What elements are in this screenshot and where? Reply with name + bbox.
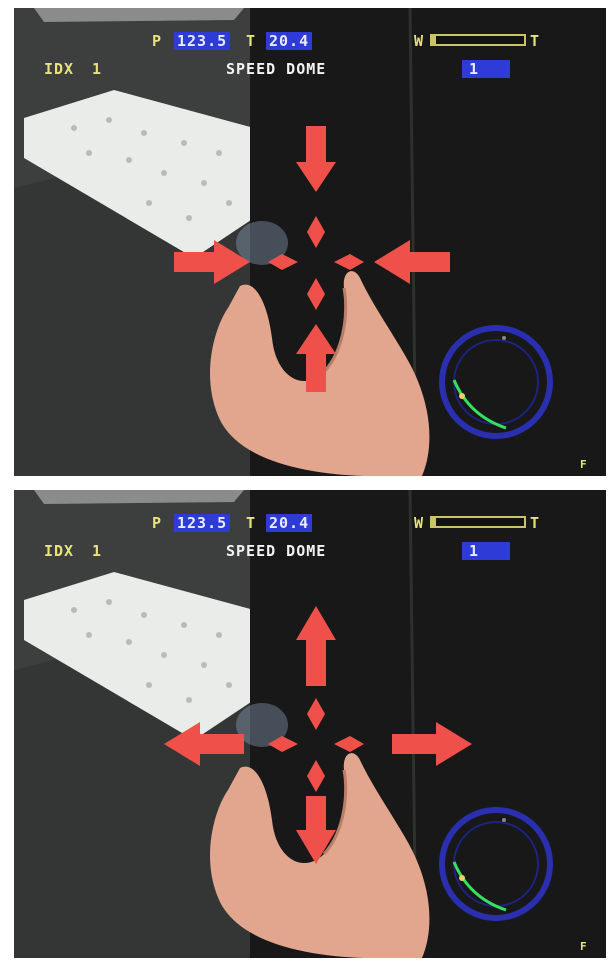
zoom-level-bar bbox=[430, 516, 526, 528]
tilt-value: 20.4 bbox=[266, 514, 313, 532]
zoom-level-fill bbox=[432, 36, 436, 44]
zoom-wide-label: W bbox=[414, 514, 425, 532]
pan-label: P bbox=[152, 32, 163, 50]
corner-indicator: F bbox=[580, 458, 588, 471]
idx-label: IDX bbox=[44, 60, 75, 78]
pan-value: 123.5 bbox=[174, 32, 231, 50]
preset-value: 1 bbox=[469, 542, 480, 560]
tilt-label: T bbox=[246, 32, 257, 50]
pan-tilt-compass-icon bbox=[439, 807, 553, 921]
idx-value: 1 bbox=[92, 60, 103, 78]
pan-value: 123.5 bbox=[174, 514, 231, 532]
pan-label: P bbox=[152, 514, 163, 532]
preset-indicator: 1 bbox=[462, 60, 510, 78]
tilt-label: T bbox=[246, 514, 257, 532]
preset-value: 1 bbox=[469, 60, 480, 78]
corner-indicator: F bbox=[580, 940, 588, 953]
camera-name: SPEED DOME bbox=[226, 542, 327, 560]
zoom-level-fill bbox=[432, 518, 436, 526]
idx-value: 1 bbox=[92, 542, 103, 560]
preset-indicator: 1 bbox=[462, 542, 510, 560]
zoom-level-bar bbox=[430, 34, 526, 46]
tilt-value: 20.4 bbox=[266, 32, 313, 50]
pan-tilt-compass-icon bbox=[439, 325, 553, 439]
camera-view-bottom[interactable]: P 123.5 T 20.4 W T IDX 1 SPEED DOME 1 F bbox=[14, 490, 606, 958]
zoom-tele-label: T bbox=[530, 32, 541, 50]
camera-name: SPEED DOME bbox=[226, 60, 327, 78]
idx-label: IDX bbox=[44, 542, 75, 560]
zoom-tele-label: T bbox=[530, 514, 541, 532]
camera-view-top[interactable]: P 123.5 T 20.4 W T IDX 1 SPEED DOME 1 F bbox=[14, 8, 606, 476]
zoom-wide-label: W bbox=[414, 32, 425, 50]
